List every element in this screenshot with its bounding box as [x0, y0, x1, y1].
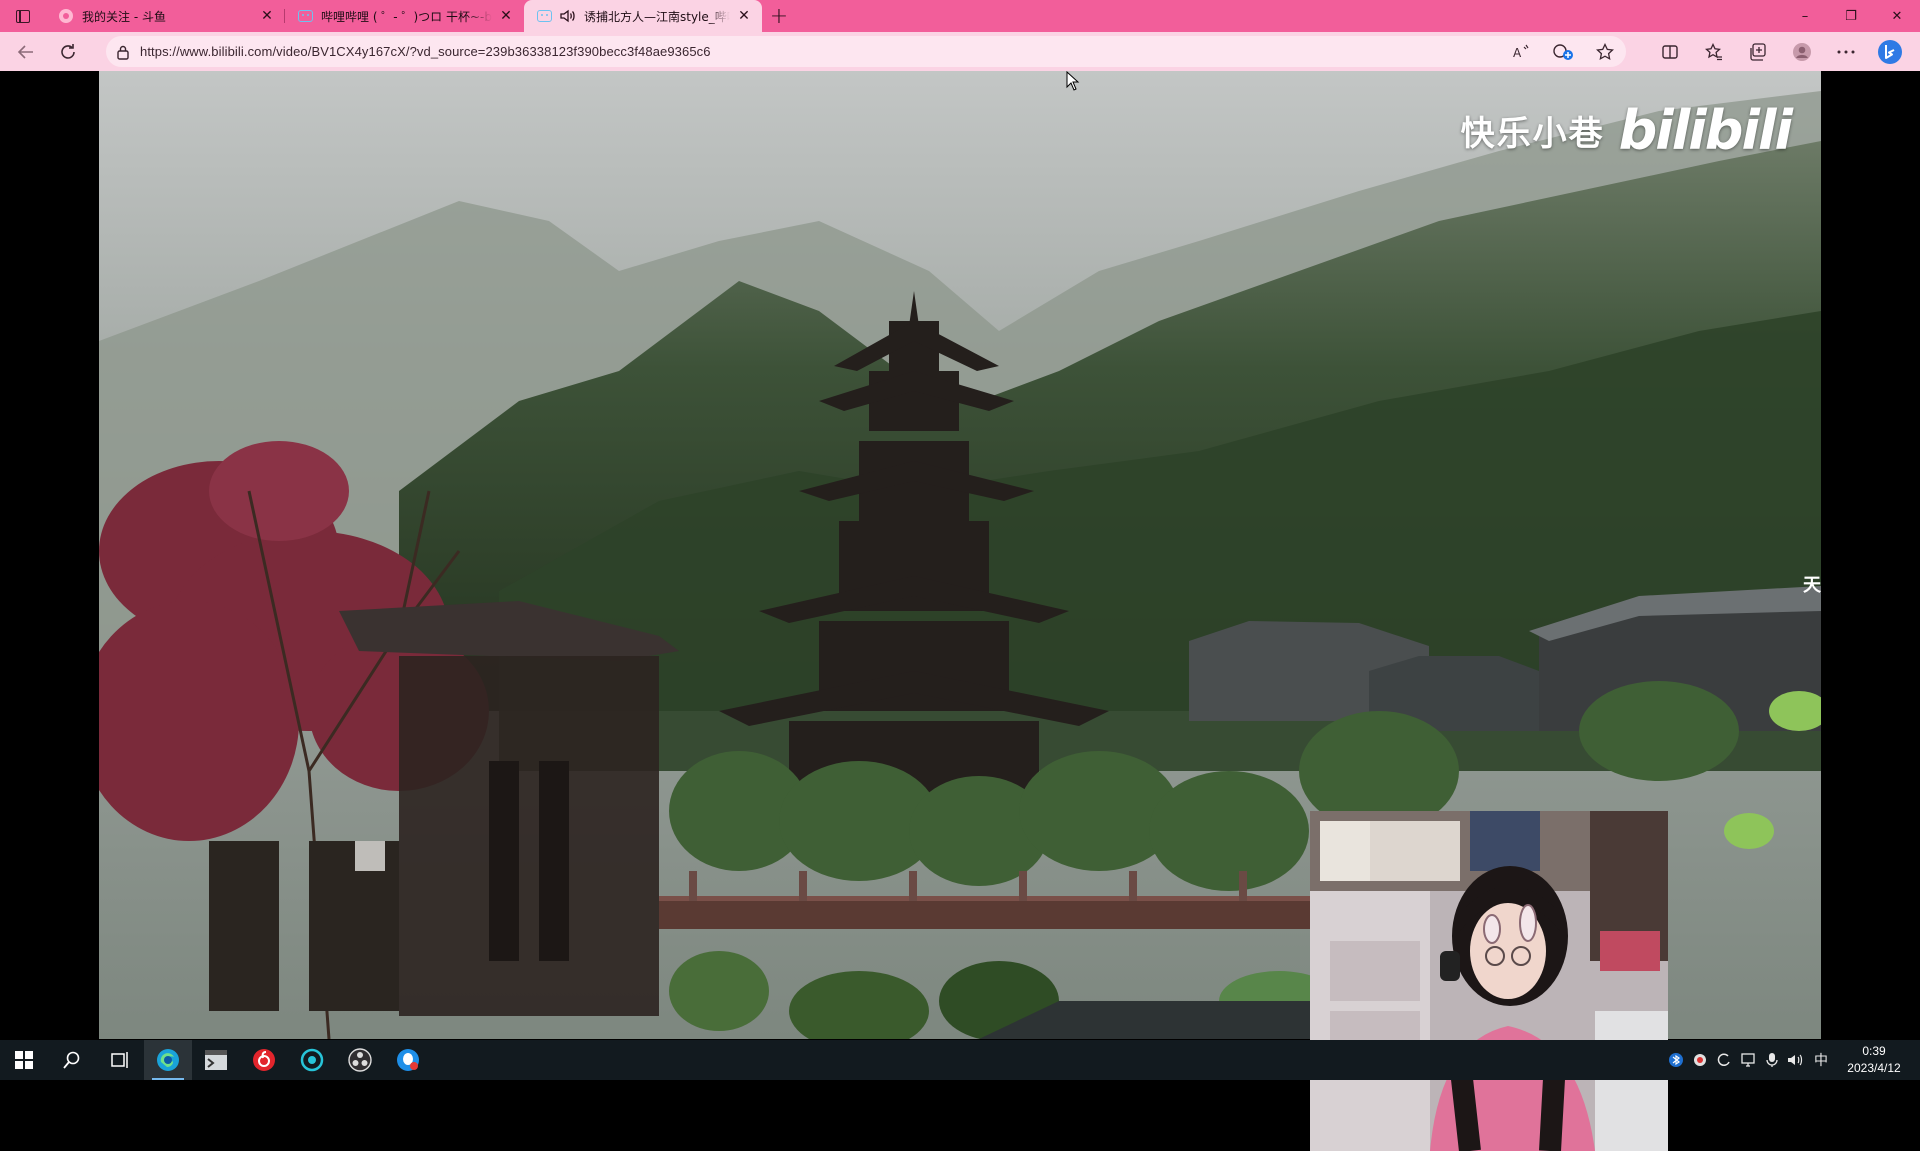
video-player-area[interactable]: 快乐小巷 bilibili 天	[0, 70, 1920, 1151]
browser-toolbar: https://www.bilibili.com/video/BV1CX4y16…	[0, 32, 1920, 71]
browser-tab-strip: 我的关注 - 斗鱼 ✕ 哔哩哔哩 ( ゜- ゜)つロ 干杯~-bilibili …	[0, 0, 1920, 32]
microphone-icon[interactable]	[1760, 1040, 1784, 1080]
extension-add-icon[interactable]	[1542, 43, 1584, 61]
tab-douyu[interactable]: 我的关注 - 斗鱼 ✕	[46, 0, 285, 32]
bilibili-icon	[536, 8, 552, 24]
app-tray-icon[interactable]	[1688, 1040, 1712, 1080]
edge-icon[interactable]	[144, 1040, 192, 1080]
back-arrow-icon	[17, 44, 33, 59]
speaker-icon[interactable]	[560, 8, 576, 24]
bilibili-logo: bilibili	[1618, 99, 1793, 162]
windows-taskbar: 中 0:39 2023/4/12	[0, 1040, 1920, 1080]
collections-icon[interactable]	[1736, 36, 1780, 67]
system-clock[interactable]: 0:39 2023/4/12	[1834, 1043, 1914, 1077]
more-menu-icon[interactable]	[1824, 36, 1868, 67]
split-screen-icon[interactable]	[1648, 36, 1692, 67]
streamer-webcam-image	[1310, 811, 1668, 1151]
svg-text:A: A	[1513, 46, 1522, 60]
bluetooth-tray-icon[interactable]	[1664, 1040, 1688, 1080]
close-tab-icon[interactable]: ✕	[498, 8, 514, 24]
restore-button[interactable]: ❐	[1828, 0, 1874, 32]
refresh-icon	[61, 43, 75, 59]
read-aloud-icon[interactable]: A	[1500, 44, 1542, 60]
sign-text: 天	[1803, 575, 1821, 596]
video-watermark: 快乐小巷 bilibili	[1460, 99, 1793, 162]
mouse-cursor	[1066, 70, 1080, 95]
obs-icon[interactable]	[336, 1040, 384, 1080]
sync-tray-icon[interactable]	[1712, 1040, 1736, 1080]
tab-title: 我的关注 - 斗鱼	[82, 9, 166, 24]
minimize-button[interactable]: –	[1782, 0, 1828, 32]
system-tray: 中 0:39 2023/4/12	[1664, 1040, 1914, 1080]
favorites-icon[interactable]	[1692, 36, 1736, 67]
profile-avatar-icon[interactable]	[1780, 36, 1824, 67]
bing-copilot-icon[interactable]	[1868, 36, 1912, 67]
clock-date: 2023/4/12	[1847, 1061, 1901, 1075]
netease-music-icon[interactable]	[240, 1040, 288, 1080]
refresh-button[interactable]	[50, 36, 86, 68]
close-tab-icon[interactable]: ✕	[736, 8, 752, 24]
address-bar-actions: A	[1500, 36, 1626, 67]
tab-title: 诱捕北方人—江南style_哔哩哔哩	[584, 9, 730, 24]
windows-start-icon[interactable]	[0, 1040, 48, 1080]
task-view-icon[interactable]	[96, 1040, 144, 1080]
address-bar[interactable]: https://www.bilibili.com/video/BV1CX4y16…	[106, 36, 1626, 67]
network-icon[interactable]	[1736, 1040, 1760, 1080]
webcam-overlay	[1310, 811, 1668, 1151]
tab-bilibili-home[interactable]: 哔哩哔哩 ( ゜- ゜)つロ 干杯~-bilibili ✕	[285, 0, 524, 32]
clock-time: 0:39	[1862, 1044, 1886, 1058]
tab-bilibili-video[interactable]: 诱捕北方人—江南style_哔哩哔哩 ✕	[524, 0, 762, 32]
close-window-button[interactable]: ✕	[1874, 0, 1920, 32]
terminal-icon[interactable]	[192, 1040, 240, 1080]
lock-icon[interactable]	[106, 44, 140, 60]
tab-actions-icon	[16, 9, 30, 23]
bilibili-icon	[297, 8, 313, 24]
new-tab-button[interactable]: +	[762, 0, 796, 32]
window-controls: – ❐ ✕	[1782, 0, 1920, 32]
tab-actions-button[interactable]	[0, 0, 46, 32]
input-method-indicator[interactable]: 中	[1808, 1050, 1834, 1070]
volume-icon[interactable]	[1784, 1040, 1808, 1080]
douyu-icon	[58, 8, 74, 24]
search-icon[interactable]	[48, 1040, 96, 1080]
favorite-star-icon[interactable]	[1584, 42, 1626, 61]
watermark-text: 快乐小巷	[1460, 114, 1605, 154]
tab-title: 哔哩哔哩 ( ゜- ゜)つロ 干杯~-bilibili	[321, 9, 492, 24]
app-circle-icon[interactable]	[288, 1040, 336, 1080]
back-button[interactable]	[8, 36, 44, 68]
qq-icon[interactable]	[384, 1040, 432, 1080]
close-tab-icon[interactable]: ✕	[259, 8, 275, 24]
url-text[interactable]: https://www.bilibili.com/video/BV1CX4y16…	[140, 44, 711, 59]
browser-tool-icons	[1648, 36, 1912, 67]
